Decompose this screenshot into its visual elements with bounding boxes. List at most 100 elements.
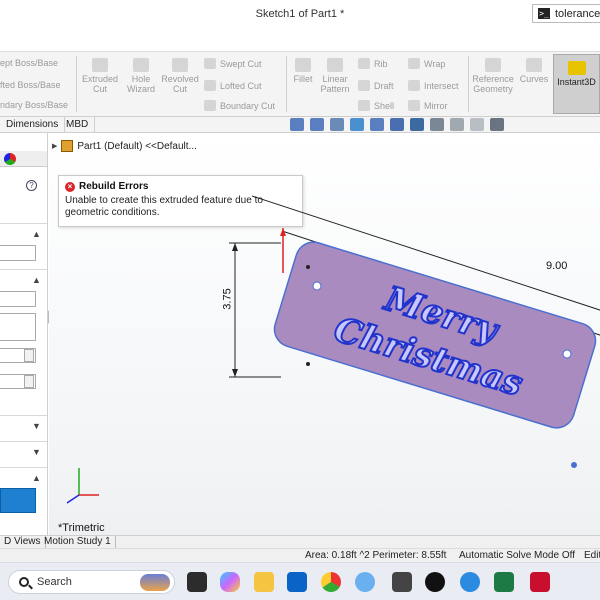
sketch-point-icon[interactable]: [306, 265, 310, 269]
terminal-icon[interactable]: [392, 572, 412, 592]
chevron-up-icon[interactable]: ▲: [32, 473, 41, 483]
edit-appearance-icon[interactable]: [450, 118, 464, 131]
reference-geometry-button[interactable]: Reference Geometry: [472, 58, 514, 94]
draft-angle-spinner[interactable]: [24, 375, 34, 388]
ribbon-divider: [286, 56, 287, 112]
weather-icon[interactable]: [355, 572, 375, 592]
property-manager-panel: ? ▲ ▲ ▼ ▼ ▲: [0, 133, 48, 535]
appearance-icon[interactable]: [4, 153, 16, 165]
onedrive-icon[interactable]: [460, 572, 480, 592]
lofted-boss-button[interactable]: fted Boss/Base: [0, 80, 61, 90]
ribbon-divider: [468, 56, 469, 112]
instant3d-label: Instant3D: [557, 77, 596, 87]
draft-button[interactable]: Draft: [358, 80, 394, 91]
view-orientation-icon[interactable]: [390, 118, 404, 131]
chevron-up-icon[interactable]: ▲: [32, 275, 41, 285]
intersect-label: Intersect: [424, 80, 459, 91]
panel-divider: [0, 223, 47, 224]
panel-divider: [0, 467, 47, 468]
folder-icon[interactable]: [254, 572, 274, 592]
curves-button[interactable]: Curves: [518, 58, 550, 84]
instant3d-button[interactable]: Instant3D: [553, 54, 600, 114]
zoom-to-fit-icon[interactable]: [290, 118, 304, 131]
sketch-point-icon[interactable]: [306, 362, 310, 366]
depth-spinner[interactable]: [24, 349, 34, 362]
selection-dropdown[interactable]: [0, 245, 36, 261]
view-settings-icon[interactable]: [490, 118, 504, 131]
file-explorer-icon[interactable]: [187, 572, 207, 592]
tab-dimensions[interactable]: Dimensions: [0, 117, 66, 133]
sketch-canvas: Merry Christmas: [66, 195, 600, 504]
panel-divider: [0, 415, 47, 416]
fillet-button[interactable]: Fillet: [290, 58, 316, 84]
command-tabs: Dimensions MBD: [0, 117, 600, 133]
swept-boss-button[interactable]: ept Boss/Base: [0, 58, 58, 68]
triad-z-axis: [66, 494, 80, 504]
hole-wizard-button[interactable]: Hole Wizard: [122, 58, 160, 94]
fillet-icon: [295, 58, 311, 72]
chrome-icon[interactable]: [321, 572, 341, 592]
windows-taskbar: Search: [0, 562, 600, 600]
wrap-label: Wrap: [424, 58, 446, 69]
sketch-point-icon[interactable]: [571, 462, 577, 468]
taskbar-search-label: Search: [37, 576, 72, 588]
linear-pattern-label: Linear Pattern: [320, 74, 350, 94]
boundary-boss-label: ndary Boss/Base: [0, 100, 69, 110]
reference-geometry-label: Reference Geometry: [472, 74, 514, 94]
rm-icon[interactable]: [425, 572, 445, 592]
display-style-icon[interactable]: [410, 118, 424, 131]
sketch-point-icon[interactable]: [312, 281, 322, 291]
extruded-cut-button[interactable]: Extruded Cut: [80, 58, 120, 94]
intersect-button[interactable]: Intersect: [408, 80, 459, 91]
boundary-cut-button[interactable]: Boundary Cut: [204, 100, 275, 111]
boundary-boss-button[interactable]: ndary Boss/Base: [0, 100, 68, 110]
help-icon[interactable]: ?: [26, 180, 37, 191]
panel-tabs: [0, 151, 47, 167]
heads-up-view-toolbar: [290, 118, 504, 131]
panel-divider: [0, 269, 47, 270]
direction-dropdown[interactable]: [0, 291, 36, 307]
selected-contour-field[interactable]: [0, 488, 36, 513]
excel-icon[interactable]: [494, 572, 514, 592]
previous-view-icon[interactable]: [330, 118, 344, 131]
shell-label: Shell: [374, 100, 395, 111]
status-edit: Editi: [584, 550, 600, 561]
mirror-button[interactable]: Mirror: [408, 100, 448, 111]
lofted-cut-button[interactable]: Lofted Cut: [204, 80, 262, 91]
chevron-down-icon[interactable]: ▼: [32, 447, 41, 457]
wrap-button[interactable]: Wrap: [408, 58, 445, 69]
outlook-icon[interactable]: [287, 572, 307, 592]
revolved-cut-button[interactable]: Revolved Cut: [160, 58, 200, 94]
view-orientation-label: *Trimetric: [58, 522, 105, 534]
chevron-up-icon[interactable]: ▲: [32, 229, 41, 239]
reference-geometry-icon: [485, 58, 501, 72]
copilot-icon[interactable]: [220, 572, 240, 592]
apply-scene-icon[interactable]: [470, 118, 484, 131]
panel-divider: [0, 441, 47, 442]
zoom-to-area-icon[interactable]: [310, 118, 324, 131]
section-view-icon[interactable]: [350, 118, 364, 131]
extruded-cut-icon: [92, 58, 108, 72]
shell-button[interactable]: Shell: [358, 100, 394, 111]
rib-button[interactable]: Rib: [358, 58, 388, 69]
chevron-down-icon[interactable]: ▼: [32, 421, 41, 431]
linear-pattern-button[interactable]: Linear Pattern: [318, 58, 352, 94]
extruded-cut-label: Extruded Cut: [81, 74, 119, 94]
lofted-boss-label: fted Boss/Base: [0, 80, 61, 90]
dimension-width-label[interactable]: 9.00: [546, 260, 567, 272]
swept-cut-button[interactable]: Swept Cut: [204, 58, 262, 69]
solidworks-icon[interactable]: [530, 572, 550, 592]
dimension-height-label[interactable]: 3.75: [222, 288, 234, 309]
command-search-box[interactable]: >_ tolerance: [532, 4, 600, 23]
sketch-point-icon[interactable]: [562, 349, 572, 359]
graphics-viewport[interactable]: ▶ Part1 (Default) <<Default... × Rebuild …: [49, 133, 600, 535]
lofted-cut-icon: [204, 80, 216, 91]
dynamic-annotation-icon[interactable]: [370, 118, 384, 131]
arrow-icon: [232, 243, 238, 251]
hide-show-items-icon[interactable]: [430, 118, 444, 131]
curves-icon: [526, 58, 542, 72]
selection-list-box[interactable]: [0, 313, 36, 341]
taskbar-search[interactable]: Search: [8, 570, 175, 594]
tab-mbd[interactable]: MBD: [60, 117, 96, 133]
window-title: Sketch1 of Part1 *: [255, 8, 345, 20]
